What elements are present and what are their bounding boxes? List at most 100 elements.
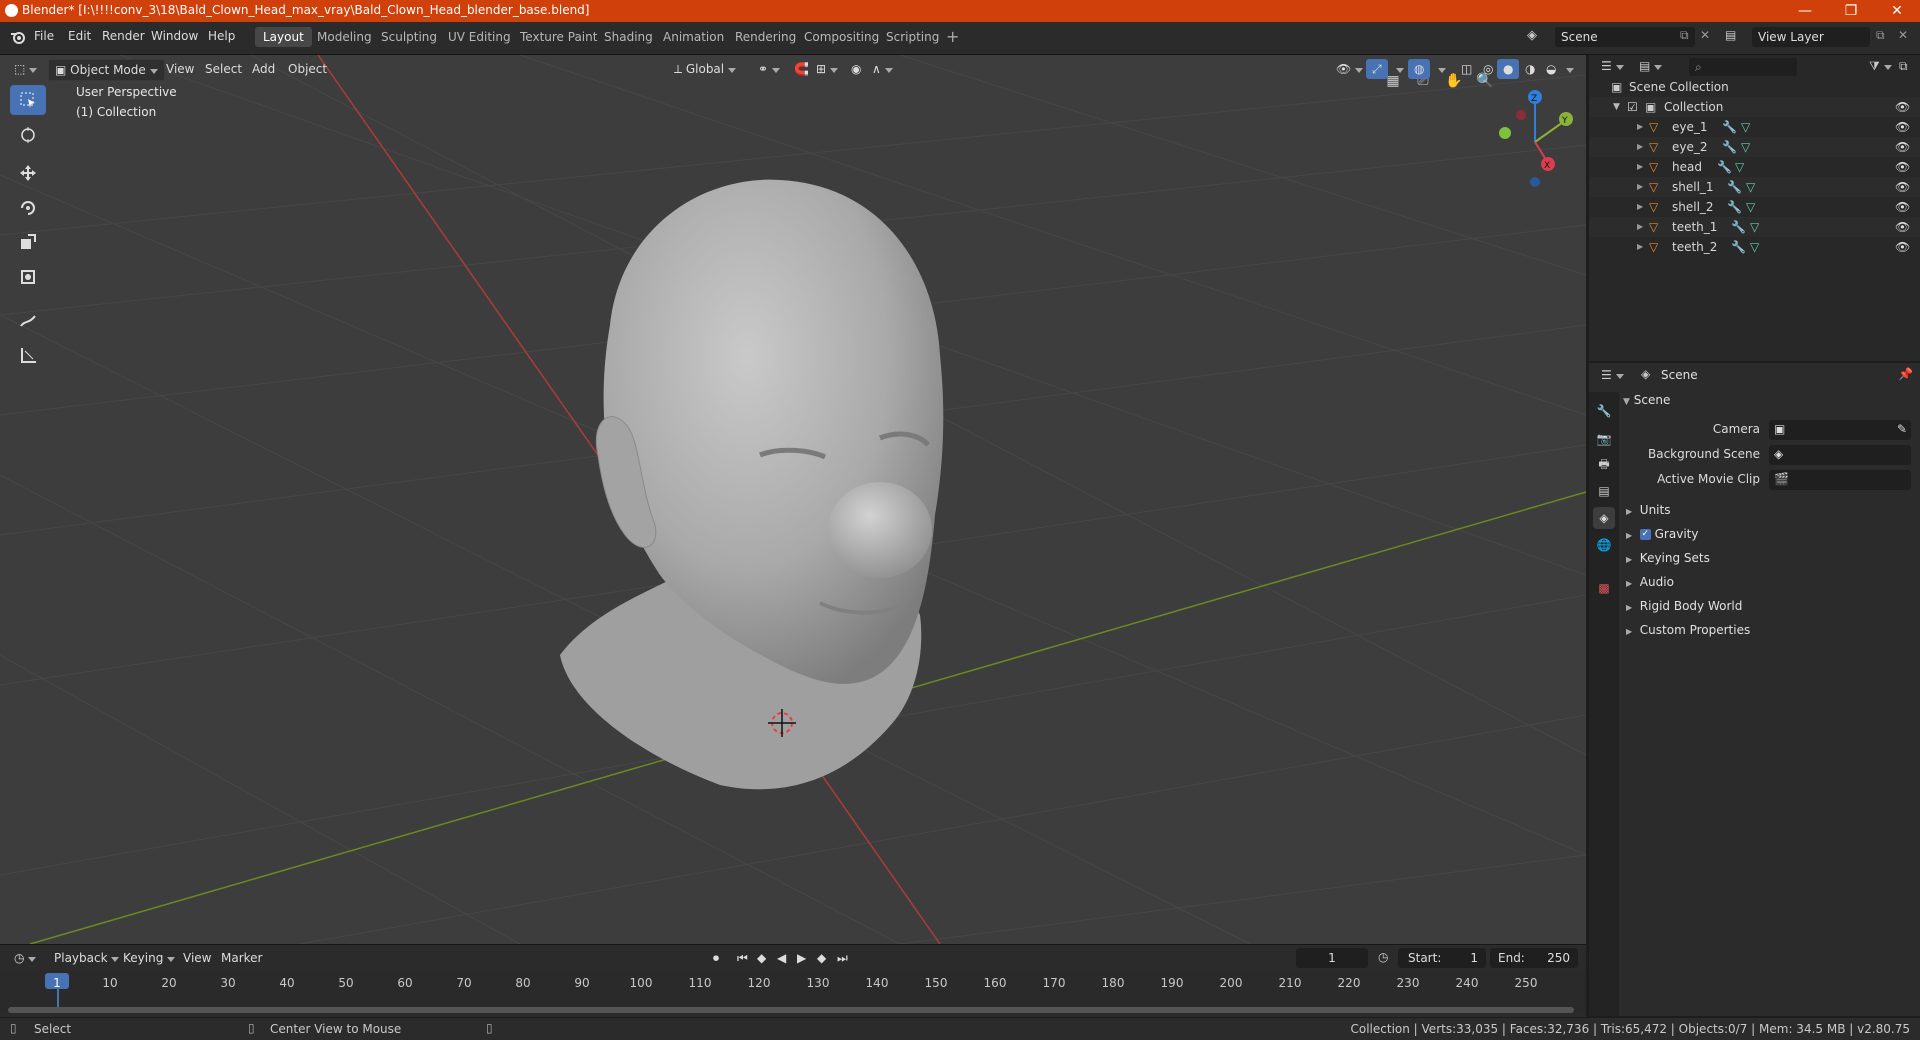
tab-layout[interactable]: Layout: [255, 27, 312, 47]
mode-select[interactable]: ▣ Object Mode: [48, 59, 165, 81]
rigid-body-world-panel-header[interactable]: ▶ Rigid Body World: [1626, 599, 1742, 613]
modifier-wrench-icon[interactable]: 🔧: [1717, 157, 1732, 177]
tab-uv-editing[interactable]: UV Editing: [440, 27, 519, 47]
modifier-wrench-icon[interactable]: 🔧: [1731, 237, 1746, 257]
outliner-row-shell-2[interactable]: ▶ ▽ shell_2 🔧 ▽ 👁: [1589, 197, 1920, 217]
scene-remove-icon[interactable]: ✕: [1700, 28, 1710, 42]
modifier-wrench-icon[interactable]: 🔧: [1731, 217, 1746, 237]
start-frame-field[interactable]: Start: 1: [1398, 948, 1486, 968]
visibility-eye-icon[interactable]: 👁: [1895, 157, 1910, 177]
view-layer-remove-icon[interactable]: ✕: [1898, 28, 1908, 42]
scale-tool[interactable]: [10, 227, 46, 257]
expand-icon[interactable]: ▶: [1637, 157, 1643, 177]
overlays-dropdown[interactable]: [1432, 59, 1452, 79]
jump-to-keyframe-forward-button[interactable]: ◆: [817, 951, 826, 965]
play-button[interactable]: ▶: [797, 951, 806, 965]
gravity-checkbox[interactable]: ✓: [1639, 529, 1651, 540]
visibility-eye-icon[interactable]: 👁: [1895, 237, 1910, 257]
outliner-row-collection[interactable]: ▼ ☑ ▣ Collection 👁: [1589, 97, 1920, 117]
menu-view-timeline[interactable]: View: [177, 948, 217, 968]
view-layer-browse-icon[interactable]: ▤: [1725, 28, 1736, 42]
menu-file[interactable]: File: [34, 29, 54, 43]
transform-orientation-select[interactable]: ⟂ Global: [668, 59, 742, 79]
menu-window[interactable]: Window: [151, 29, 198, 43]
collection-checkbox-icon[interactable]: ☑: [1627, 97, 1638, 117]
keying-sets-panel-header[interactable]: ▶ Keying Sets: [1626, 551, 1710, 565]
mesh-data-icon[interactable]: ▽: [1750, 217, 1759, 237]
menu-marker[interactable]: Marker: [215, 948, 268, 968]
tab-compositing[interactable]: Compositing: [796, 27, 887, 47]
pivot-point-button[interactable]: ⚭: [752, 59, 786, 79]
scene-section-header[interactable]: ▼ Scene: [1623, 393, 1670, 407]
expand-icon[interactable]: ▶: [1637, 217, 1643, 237]
proportional-editing-button[interactable]: ◉: [845, 59, 867, 79]
timeline-scrollbar[interactable]: [8, 1007, 1574, 1013]
tab-modeling[interactable]: Modeling: [309, 27, 380, 47]
expand-icon[interactable]: ▶: [1637, 117, 1643, 137]
display-mode-icon[interactable]: ▤: [1639, 59, 1663, 73]
tab-sculpting[interactable]: Sculpting: [373, 27, 445, 47]
modifier-wrench-icon[interactable]: 🔧: [1727, 177, 1742, 197]
scene-tab[interactable]: ◈: [1593, 507, 1615, 529]
menu-object[interactable]: Object: [282, 59, 333, 79]
visibility-eye-icon[interactable]: 👁: [1895, 137, 1910, 157]
mesh-data-icon[interactable]: ▽: [1741, 117, 1750, 137]
pin-icon[interactable]: 📌: [1898, 367, 1913, 381]
tab-rendering[interactable]: Rendering: [727, 27, 804, 47]
overlays-toggle-button[interactable]: ◍: [1408, 59, 1431, 79]
view-layer-tab[interactable]: ▤: [1593, 480, 1615, 502]
play-reverse-button[interactable]: ◀: [777, 951, 786, 965]
close-button[interactable]: ✕: [1874, 0, 1920, 22]
visibility-eye-icon[interactable]: 👁: [1895, 97, 1910, 117]
visibility-eye-icon[interactable]: 👁: [1895, 197, 1910, 217]
clock-icon[interactable]: ◷: [1378, 950, 1388, 964]
outliner-row-head[interactable]: ▶ ▽ head 🔧 ▽ 👁: [1589, 157, 1920, 177]
modifier-wrench-icon[interactable]: 🔧: [1727, 197, 1742, 217]
mesh-data-icon[interactable]: ▽: [1746, 197, 1755, 217]
texture-tab[interactable]: ▩: [1593, 577, 1615, 599]
maximize-button[interactable]: ❐: [1828, 0, 1874, 22]
mesh-data-icon[interactable]: ▽: [1750, 237, 1759, 257]
menu-edit[interactable]: Edit: [68, 29, 91, 43]
visibility-eye-icon[interactable]: 👁: [1895, 117, 1910, 137]
camera-field[interactable]: ▣ ✎: [1769, 420, 1911, 440]
add-workspace-icon[interactable]: +: [946, 27, 959, 46]
gizmo-dropdown[interactable]: [1390, 59, 1410, 79]
gizmo-toggle-button[interactable]: ⤢: [1366, 59, 1388, 79]
solid-shading-button[interactable]: ●: [1497, 59, 1520, 79]
tab-scripting[interactable]: Scripting: [878, 27, 947, 47]
proportional-falloff-button[interactable]: ∧: [866, 59, 899, 79]
move-tool[interactable]: [10, 158, 46, 188]
output-tab[interactable]: 🖶: [1593, 454, 1615, 476]
tool-tab[interactable]: 🔧: [1593, 400, 1615, 422]
outliner-row-scene-collection[interactable]: ▣ Scene Collection: [1589, 77, 1920, 97]
visibility-eye-icon[interactable]: 👁: [1895, 217, 1910, 237]
modifier-wrench-icon[interactable]: 🔧: [1722, 117, 1737, 137]
audio-panel-header[interactable]: ▶ Audio: [1626, 575, 1674, 589]
material-shading-button[interactable]: ◑: [1519, 59, 1541, 79]
measure-tool[interactable]: [10, 340, 46, 370]
record-button[interactable]: ⏺: [713, 951, 719, 966]
properties-editor-type-icon[interactable]: ☰: [1601, 368, 1624, 382]
expand-icon[interactable]: ▶: [1637, 177, 1643, 197]
outliner-row-eye-1[interactable]: ▶ ▽ eye_1 🔧 ▽ 👁: [1589, 117, 1920, 137]
current-frame-field[interactable]: 1: [1296, 948, 1368, 968]
tab-texture-paint[interactable]: Texture Paint: [512, 27, 605, 47]
jump-to-end-button[interactable]: ⏭: [837, 951, 848, 966]
menu-view[interactable]: View: [160, 59, 200, 79]
menu-render[interactable]: Render: [102, 29, 145, 43]
transform-tool[interactable]: [10, 262, 46, 292]
eyedropper-icon[interactable]: ✎: [1897, 422, 1907, 436]
render-tab[interactable]: 📷: [1593, 428, 1615, 450]
mesh-data-icon[interactable]: ▽: [1735, 157, 1744, 177]
editor-type-button[interactable]: ⬚: [8, 59, 43, 79]
timeline-editor-type-button[interactable]: ◷: [8, 948, 42, 968]
filter-icon[interactable]: ⧩: [1869, 59, 1892, 74]
units-panel-header[interactable]: ▶ Units: [1626, 503, 1670, 517]
3d-viewport[interactable]: Z Y X User Perspective (1) Collection ▦ …: [0, 55, 1586, 944]
modifier-wrench-icon[interactable]: 🔧: [1722, 137, 1737, 157]
outliner-row-shell-1[interactable]: ▶ ▽ shell_1 🔧 ▽ 👁: [1589, 177, 1920, 197]
view-layer-new-icon[interactable]: ⧉: [1876, 28, 1885, 43]
tab-shading[interactable]: Shading: [596, 27, 661, 47]
expand-icon[interactable]: ▶: [1637, 197, 1643, 217]
